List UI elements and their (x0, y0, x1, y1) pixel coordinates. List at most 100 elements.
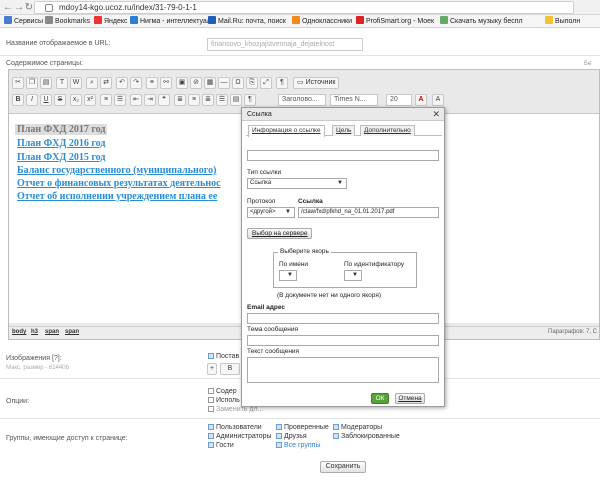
redo-icon[interactable]: ↷ (130, 77, 142, 89)
tab-target[interactable]: Цель (332, 125, 356, 136)
checkbox[interactable] (208, 433, 214, 439)
url-name-input[interactable]: finansovo_khozjajstvennaja_dejatelnost (207, 38, 363, 51)
bookmark-item[interactable]: Скачать музыку беспл (440, 16, 523, 27)
bookmark-item[interactable]: Яндекс (94, 16, 128, 27)
browse-server-button[interactable]: Выбор на сервере (247, 228, 313, 239)
doc-link[interactable]: Отчет о финансовых результатах деятельно… (17, 178, 221, 189)
bookmark-item[interactable]: Bookmarks (45, 16, 90, 27)
text-color-icon[interactable]: A (415, 94, 427, 106)
paste-word-icon[interactable]: W (70, 77, 82, 89)
group-checkbox[interactable]: Проверенные (276, 424, 329, 431)
bg-color-icon[interactable]: A (432, 94, 444, 106)
doc-link[interactable]: Отчет об исполнении учреждением плана ее (17, 191, 217, 202)
numbered-list-icon[interactable]: ≡ (100, 94, 112, 106)
flash-icon[interactable]: ⊘ (190, 77, 202, 89)
blockquote-icon[interactable]: ❝ (158, 94, 170, 106)
unlink-icon[interactable]: ⚯ (160, 77, 172, 89)
bookmark-item[interactable]: Одноклассники (292, 16, 352, 27)
address-bar[interactable]: mdoy14-kgo.ucoz.ru/index/31-79-0-1-1 (34, 1, 574, 14)
checkbox[interactable] (276, 433, 282, 439)
close-icon[interactable]: ✕ (432, 108, 440, 121)
checkbox[interactable] (208, 424, 214, 430)
cut-icon[interactable]: ✂ (12, 77, 24, 89)
bookmark-item[interactable]: Нигма - интеллектуал (130, 16, 211, 27)
group-checkbox[interactable]: Гости (208, 442, 234, 449)
align-right-icon[interactable]: ≣ (202, 94, 214, 106)
group-checkbox[interactable]: Модераторы (333, 424, 382, 431)
anchor-name-select[interactable]: ▼ (279, 270, 297, 281)
doc-line[interactable]: План ФХД 2017 год (15, 124, 108, 135)
checkbox[interactable] (208, 406, 214, 412)
outdent-icon[interactable]: ⇤ (130, 94, 142, 106)
display-text-input[interactable] (247, 150, 439, 161)
superscript-icon[interactable]: x² (84, 94, 96, 106)
bookmark-item[interactable]: ProfiSmart.org - Моек (356, 16, 434, 27)
align-justify-icon[interactable]: ☰ (216, 94, 228, 106)
underline-button[interactable]: U (40, 94, 52, 106)
path-span[interactable]: span (65, 329, 79, 335)
option-item[interactable]: Исполь (208, 397, 240, 404)
doc-link[interactable]: Баланс государственного (муниципального) (17, 165, 216, 176)
path-h3[interactable]: h3 (31, 329, 38, 335)
group-checkbox[interactable]: Заблокированные (333, 433, 400, 440)
find-icon[interactable]: ⌕ (86, 77, 98, 89)
text-direction-icon[interactable]: ¶ (244, 94, 256, 106)
table-icon[interactable]: ▦ (204, 77, 216, 89)
checkbox[interactable] (208, 388, 214, 394)
checkbox[interactable] (276, 424, 282, 430)
undo-icon[interactable]: ↶ (116, 77, 128, 89)
checkbox[interactable] (276, 442, 282, 448)
path-body[interactable]: body (12, 329, 26, 335)
doc-link[interactable]: План ФХД 2015 год (17, 152, 105, 163)
group-checkbox[interactable]: Администраторы (208, 433, 272, 440)
copy-icon[interactable]: ❐ (26, 77, 38, 89)
path-span[interactable]: span (45, 329, 59, 335)
checkbox[interactable] (208, 397, 214, 403)
source-button[interactable]: ▭ Источник (293, 77, 340, 89)
bullet-list-icon[interactable]: ☰ (114, 94, 126, 106)
replace-icon[interactable]: ⇄ (100, 77, 112, 89)
email-input[interactable] (247, 313, 439, 324)
page-break-icon[interactable]: ⎘ (246, 77, 258, 89)
subscript-icon[interactable]: x₂ (70, 94, 82, 106)
link-icon[interactable]: ⚭ (146, 77, 158, 89)
blocks-icon[interactable]: ¶ (276, 77, 288, 89)
option-item[interactable]: Заменить дл... (208, 406, 263, 413)
image-field[interactable]: В (220, 363, 240, 375)
add-image-button[interactable]: + (207, 363, 217, 375)
group-checkbox[interactable]: Пользователи (208, 424, 262, 431)
subject-input[interactable] (247, 335, 439, 346)
group-checkbox[interactable]: Все группы (276, 442, 321, 449)
ok-button[interactable]: ОК (371, 393, 389, 404)
tab-advanced[interactable]: Дополнительно (360, 125, 415, 136)
checkbox[interactable] (208, 442, 214, 448)
bookmark-item[interactable]: Выполн (545, 16, 580, 27)
option-item[interactable]: Содер (208, 388, 237, 395)
size-select[interactable]: 20 (386, 94, 412, 106)
special-char-icon[interactable]: Ω (232, 77, 244, 89)
hr-icon[interactable]: ― (218, 77, 230, 89)
checkbox[interactable] (333, 424, 339, 430)
image-icon[interactable]: ▣ (176, 77, 188, 89)
checkbox[interactable] (333, 433, 339, 439)
bookmark-item[interactable]: Mail.Ru: почта, поиск (208, 16, 286, 27)
align-center-icon[interactable]: ≡ (188, 94, 200, 106)
strike-button[interactable]: S (54, 94, 66, 106)
checkbox[interactable] (208, 353, 214, 359)
image-option[interactable]: Постав (208, 353, 239, 360)
cancel-button[interactable]: Отмена (395, 393, 425, 404)
maximize-icon[interactable]: ⤢ (260, 77, 272, 89)
link-url-input[interactable]: /ctaw/fxd/pfkhd_na_01.01.2017.pdf (298, 207, 439, 218)
tab-link-info[interactable]: Информация о ссылке (248, 125, 325, 137)
paste-text-icon[interactable]: T (56, 77, 68, 89)
body-textarea[interactable] (247, 357, 439, 383)
save-button[interactable]: Сохранить (320, 461, 366, 473)
bookmark-item[interactable]: Сервисы (4, 16, 43, 27)
italic-button[interactable]: I (26, 94, 38, 106)
font-select[interactable]: Times N... (330, 94, 378, 106)
bold-button[interactable]: B (12, 94, 24, 106)
protocol-select[interactable]: <другой> ▼ (247, 207, 295, 218)
align-active-icon[interactable]: ▤ (230, 94, 242, 106)
anchor-id-select[interactable]: ▼ (344, 270, 362, 281)
align-left-icon[interactable]: ≣ (174, 94, 186, 106)
